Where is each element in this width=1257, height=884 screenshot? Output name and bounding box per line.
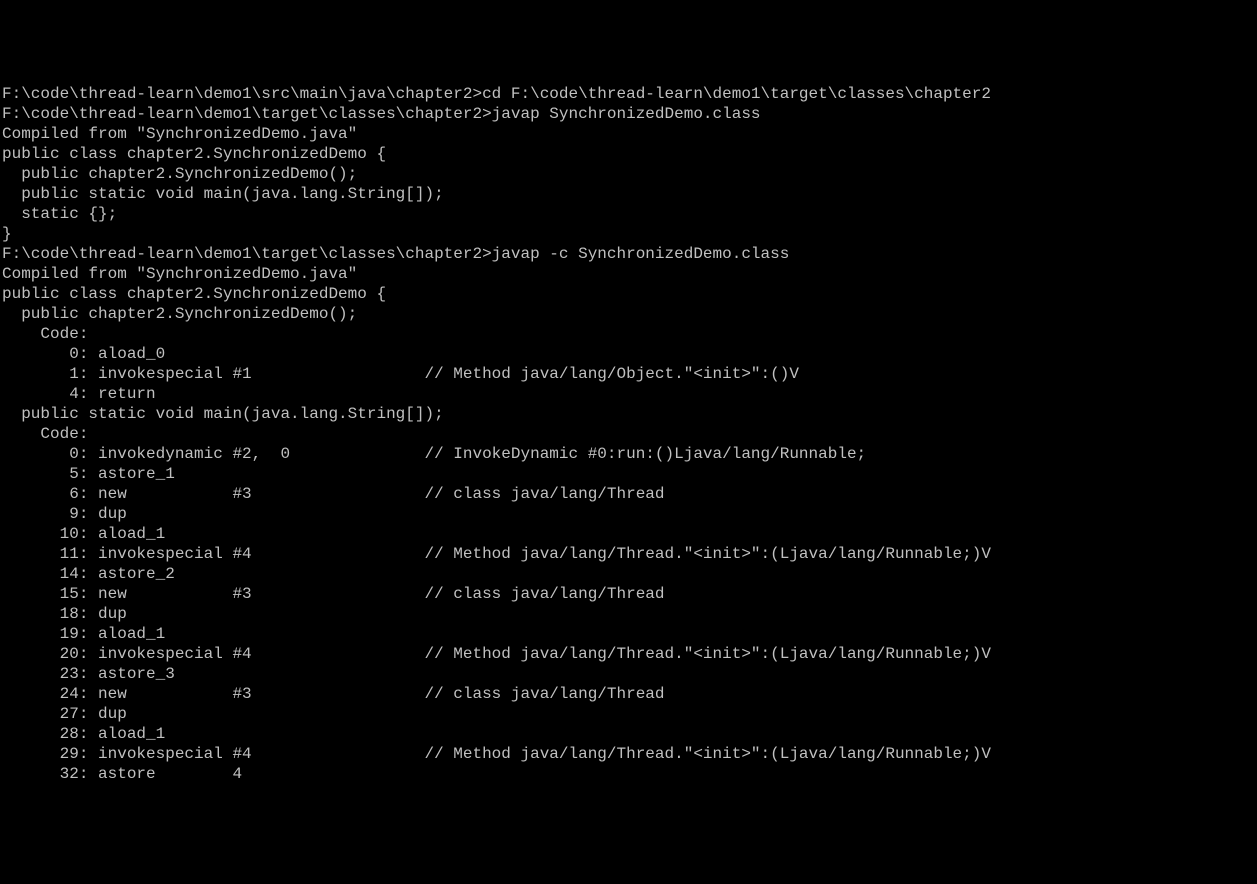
terminal-line: 32: astore 4	[2, 764, 1255, 784]
terminal-line: F:\code\thread-learn\demo1\target\classe…	[2, 244, 1255, 264]
terminal-line: 11: invokespecial #4 // Method java/lang…	[2, 544, 1255, 564]
terminal-line: 0: invokedynamic #2, 0 // InvokeDynamic …	[2, 444, 1255, 464]
terminal-line: 19: aload_1	[2, 624, 1255, 644]
terminal-line: Compiled from "SynchronizedDemo.java"	[2, 264, 1255, 284]
terminal-line: }	[2, 224, 1255, 244]
terminal-line: public static void main(java.lang.String…	[2, 184, 1255, 204]
terminal-line: public class chapter2.SynchronizedDemo {	[2, 144, 1255, 164]
terminal-line: 29: invokespecial #4 // Method java/lang…	[2, 744, 1255, 764]
terminal-line: 9: dup	[2, 504, 1255, 524]
terminal-line: 5: astore_1	[2, 464, 1255, 484]
terminal-line: 14: astore_2	[2, 564, 1255, 584]
terminal-line: public chapter2.SynchronizedDemo();	[2, 304, 1255, 324]
terminal-line: 1: invokespecial #1 // Method java/lang/…	[2, 364, 1255, 384]
terminal-line: 4: return	[2, 384, 1255, 404]
terminal-line: F:\code\thread-learn\demo1\src\main\java…	[2, 84, 1255, 104]
terminal-output[interactable]: F:\code\thread-learn\demo1\src\main\java…	[2, 84, 1255, 784]
terminal-line: public chapter2.SynchronizedDemo();	[2, 164, 1255, 184]
terminal-line: public static void main(java.lang.String…	[2, 404, 1255, 424]
terminal-line: 24: new #3 // class java/lang/Thread	[2, 684, 1255, 704]
terminal-line: 15: new #3 // class java/lang/Thread	[2, 584, 1255, 604]
terminal-line: 27: dup	[2, 704, 1255, 724]
terminal-line: F:\code\thread-learn\demo1\target\classe…	[2, 104, 1255, 124]
terminal-line: 23: astore_3	[2, 664, 1255, 684]
terminal-line: 0: aload_0	[2, 344, 1255, 364]
terminal-line: public class chapter2.SynchronizedDemo {	[2, 284, 1255, 304]
terminal-line: 18: dup	[2, 604, 1255, 624]
terminal-line: 10: aload_1	[2, 524, 1255, 544]
terminal-line: Code:	[2, 424, 1255, 444]
terminal-line: static {};	[2, 204, 1255, 224]
terminal-line: 28: aload_1	[2, 724, 1255, 744]
terminal-line: 20: invokespecial #4 // Method java/lang…	[2, 644, 1255, 664]
terminal-line: 6: new #3 // class java/lang/Thread	[2, 484, 1255, 504]
terminal-line: Code:	[2, 324, 1255, 344]
terminal-line: Compiled from "SynchronizedDemo.java"	[2, 124, 1255, 144]
